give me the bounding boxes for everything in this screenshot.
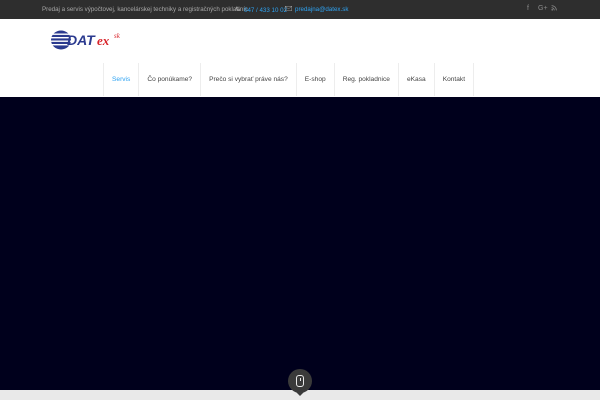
phone-icon [235,6,241,14]
nav-item-kontakt[interactable]: Kontakt [435,63,475,96]
top-bar: Predaj a servis výpočtovej, kancelárskej… [0,0,600,19]
phone-number[interactable]: 047 / 433 10 02 [244,7,287,14]
nav-item-e-shop[interactable]: E-shop [297,63,335,96]
svg-text:sk: sk [114,32,121,40]
rss-icon[interactable] [551,5,557,14]
mail-icon [285,6,292,13]
site-header: DAT ex sk Servis Čo ponúkame? Prečo si v… [0,19,600,97]
scroll-down-button[interactable] [288,369,312,393]
nav-item-reg-pokladnice[interactable]: Reg. pokladnice [335,63,399,96]
phone-contact[interactable]: 047 / 433 10 02 [235,6,287,14]
email-contact[interactable]: predajna@datex.sk [285,6,348,13]
email-address[interactable]: predajna@datex.sk [295,6,348,13]
datex-logo[interactable]: DAT ex sk [50,29,130,51]
google-plus-icon[interactable]: G+ [538,5,548,13]
svg-text:DAT: DAT [67,32,96,48]
main-navigation: Servis Čo ponúkame? Prečo si vybrať práv… [103,63,475,96]
mouse-scroll-icon [296,375,304,387]
nav-item-servis[interactable]: Servis [103,63,140,96]
svg-text:ex: ex [97,33,110,48]
facebook-icon[interactable]: f [527,5,529,13]
scroll-pointer-arrow [295,391,305,396]
nav-item-preco-si-vybrat[interactable]: Prečo si vybrať práve nás? [201,63,297,96]
hero-banner [0,97,600,390]
tagline-text: Predaj a servis výpočtovej, kancelárskej… [42,6,249,13]
nav-item-co-ponukame[interactable]: Čo ponúkame? [139,63,202,96]
nav-item-ekasa[interactable]: eKasa [399,63,435,96]
